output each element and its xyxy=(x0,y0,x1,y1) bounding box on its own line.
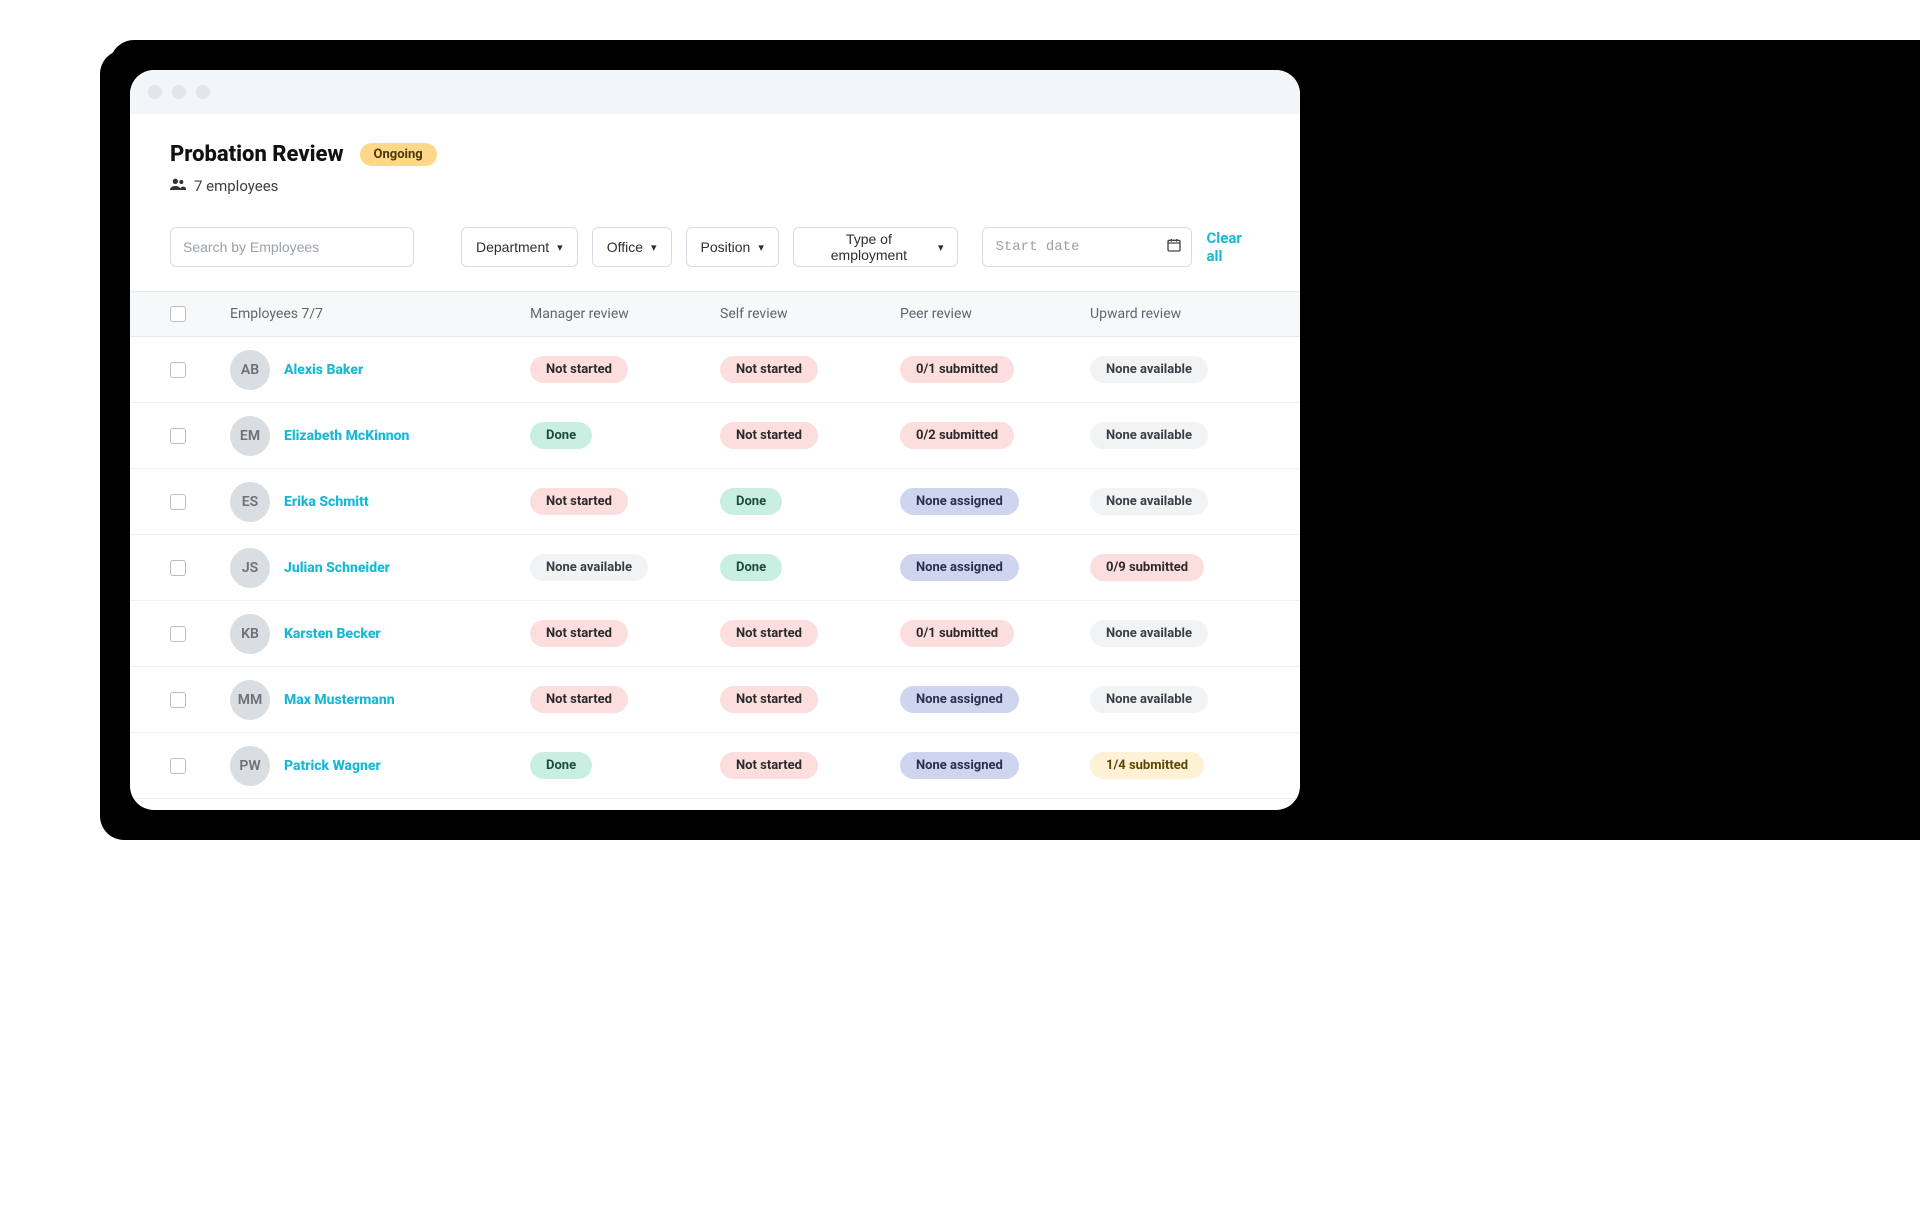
upward-review-status: None available xyxy=(1090,488,1208,515)
filter-position-label: Position xyxy=(701,239,751,255)
row-checkbox[interactable] xyxy=(170,494,186,510)
table-header: Employees 7/7 Manager review Self review… xyxy=(130,291,1300,337)
filter-department-label: Department xyxy=(476,239,549,255)
col-peer-review: Peer review xyxy=(900,306,1090,322)
self-review-status: Not started xyxy=(720,356,818,383)
employee-link[interactable]: Patrick Wagner xyxy=(284,758,381,774)
peer-review-status: None assigned xyxy=(900,752,1019,779)
employee-link[interactable]: Karsten Becker xyxy=(284,626,381,642)
peer-review-status: 0/2 submitted xyxy=(900,422,1014,449)
avatar: AB xyxy=(230,350,270,390)
search-input[interactable] xyxy=(170,227,414,267)
filter-employment-type[interactable]: Type of employment ▾ xyxy=(793,227,959,267)
manager-review-status: Not started xyxy=(530,488,628,515)
table-row: ES Erika Schmitt Not started Done None assig… xyxy=(130,469,1300,535)
window-control-zoom[interactable] xyxy=(196,85,210,99)
col-employees: Employees 7/7 xyxy=(230,306,530,322)
row-checkbox[interactable] xyxy=(170,428,186,444)
employee-count: 7 employees xyxy=(170,177,1260,195)
table-row: EM Elizabeth McKinnon Done Not started 0/2 s… xyxy=(130,403,1300,469)
page-header: Probation Review Ongoing xyxy=(170,142,1260,167)
select-all-checkbox[interactable] xyxy=(170,306,186,322)
self-review-status: Not started xyxy=(720,752,818,779)
employee-link[interactable]: Elizabeth McKinnon xyxy=(284,428,409,444)
peer-review-status: None assigned xyxy=(900,554,1019,581)
filter-office-label: Office xyxy=(607,239,643,255)
table-row: JS Julian Schneider None available Done None… xyxy=(130,535,1300,601)
manager-review-status: None available xyxy=(530,554,648,581)
window-titlebar xyxy=(130,70,1300,114)
filter-office[interactable]: Office ▾ xyxy=(592,227,672,267)
manager-review-status: Done xyxy=(530,752,592,779)
window-control-close[interactable] xyxy=(148,85,162,99)
employee-link[interactable]: Alexis Baker xyxy=(284,362,363,378)
window-control-minimize[interactable] xyxy=(172,85,186,99)
avatar: KB xyxy=(230,614,270,654)
upward-review-status: None available xyxy=(1090,686,1208,713)
peer-review-status: None assigned xyxy=(900,488,1019,515)
avatar: MM xyxy=(230,680,270,720)
peer-review-status: None assigned xyxy=(900,686,1019,713)
avatar: EM xyxy=(230,416,270,456)
self-review-status: Not started xyxy=(720,422,818,449)
manager-review-status: Done xyxy=(530,422,592,449)
avatar: PW xyxy=(230,746,270,786)
upward-review-status: 0/9 submitted xyxy=(1090,554,1204,581)
self-review-status: Done xyxy=(720,488,782,515)
employee-count-label: 7 employees xyxy=(194,177,278,195)
peer-review-status: 0/1 submitted xyxy=(900,620,1014,647)
col-self-review: Self review xyxy=(720,306,900,322)
upward-review-status: None available xyxy=(1090,356,1208,383)
row-checkbox[interactable] xyxy=(170,692,186,708)
chevron-down-icon: ▾ xyxy=(758,241,764,254)
row-checkbox[interactable] xyxy=(170,626,186,642)
table-row: PW Patrick Wagner Done Not started None assi… xyxy=(130,733,1300,799)
people-icon xyxy=(170,178,186,194)
self-review-status: Not started xyxy=(720,686,818,713)
upward-review-status: 1/4 submitted xyxy=(1090,752,1204,779)
app-window: Probation Review Ongoing 7 employees Dep… xyxy=(130,70,1300,810)
chevron-down-icon: ▾ xyxy=(938,241,944,254)
avatar: ES xyxy=(230,482,270,522)
employee-link[interactable]: Erika Schmitt xyxy=(284,494,369,510)
chevron-down-icon: ▾ xyxy=(651,241,657,254)
self-review-status: Done xyxy=(720,554,782,581)
chevron-down-icon: ▾ xyxy=(557,241,563,254)
col-manager-review: Manager review xyxy=(530,306,720,322)
page-title: Probation Review xyxy=(170,142,344,167)
upward-review-status: None available xyxy=(1090,620,1208,647)
status-badge: Ongoing xyxy=(360,143,437,166)
row-checkbox[interactable] xyxy=(170,362,186,378)
filter-department[interactable]: Department ▾ xyxy=(461,227,578,267)
peer-review-status: 0/1 submitted xyxy=(900,356,1014,383)
row-checkbox[interactable] xyxy=(170,560,186,576)
self-review-status: Not started xyxy=(720,620,818,647)
table-row: MM Max Mustermann Not started Not started No… xyxy=(130,667,1300,733)
clear-all-link[interactable]: Clear all xyxy=(1206,229,1260,265)
employee-link[interactable]: Max Mustermann xyxy=(284,692,395,708)
manager-review-status: Not started xyxy=(530,686,628,713)
employee-link[interactable]: Julian Schneider xyxy=(284,560,390,576)
table-row: KB Karsten Becker Not started Not started 0/… xyxy=(130,601,1300,667)
table-row: AB Alexis Baker Not started Not started 0/1 … xyxy=(130,337,1300,403)
filters-row: Department ▾ Office ▾ Position ▾ Type of… xyxy=(170,227,1260,267)
manager-review-status: Not started xyxy=(530,356,628,383)
start-date-input[interactable] xyxy=(982,227,1192,267)
row-checkbox[interactable] xyxy=(170,758,186,774)
manager-review-status: Not started xyxy=(530,620,628,647)
filter-position[interactable]: Position ▾ xyxy=(686,227,779,267)
col-upward-review: Upward review xyxy=(1090,306,1260,322)
employees-table: Employees 7/7 Manager review Self review… xyxy=(130,291,1300,799)
upward-review-status: None available xyxy=(1090,422,1208,449)
filter-employment-type-label: Type of employment xyxy=(808,231,930,263)
avatar: JS xyxy=(230,548,270,588)
